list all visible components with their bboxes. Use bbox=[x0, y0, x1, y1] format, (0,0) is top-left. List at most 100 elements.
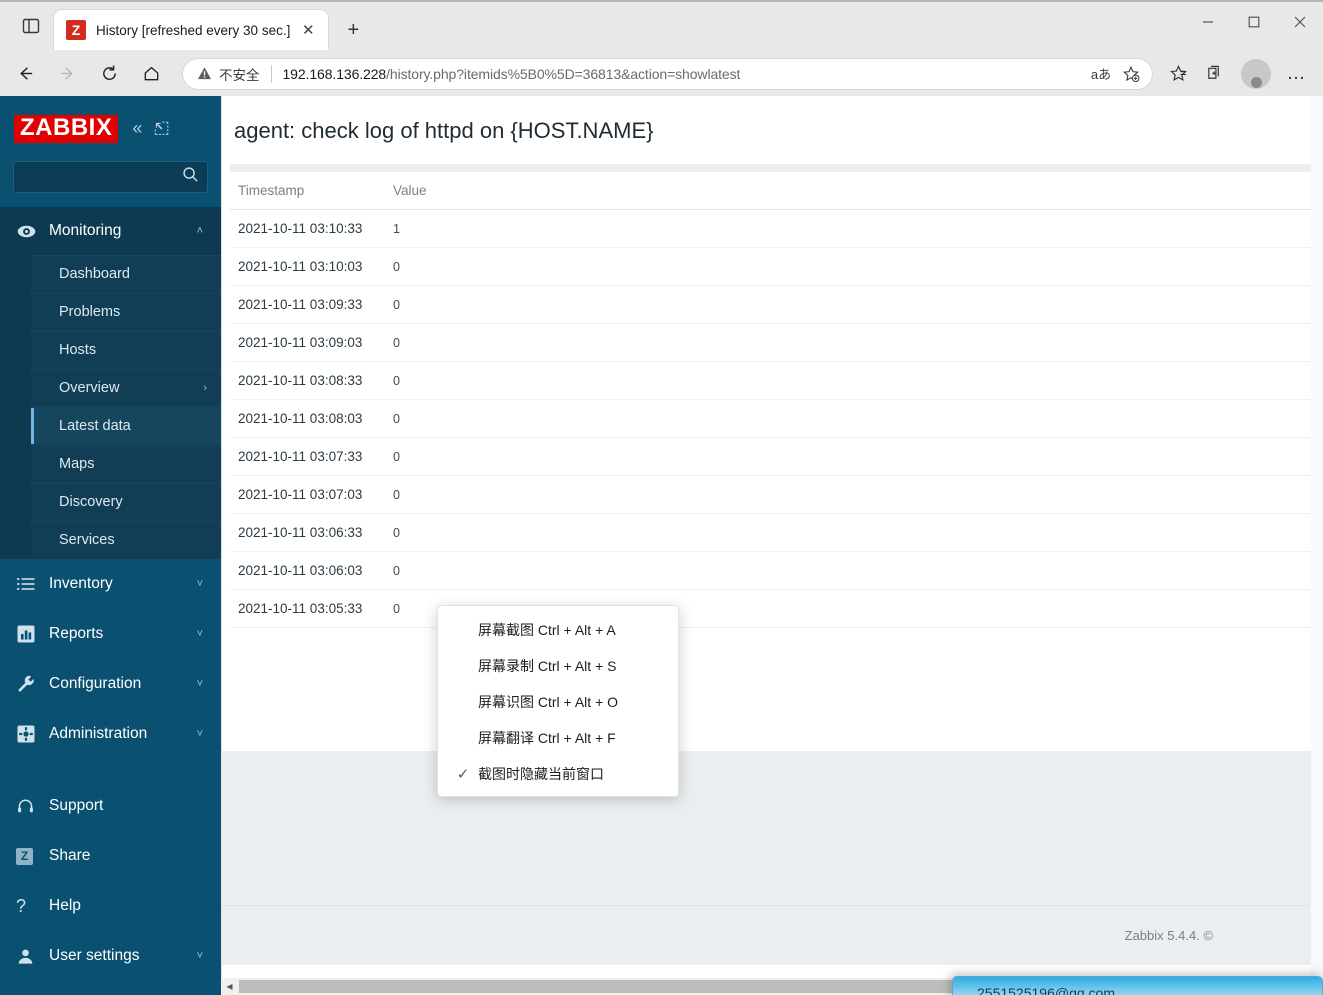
table-row: 2021-10-11 03:06:03 0 bbox=[230, 551, 1317, 590]
search-input[interactable] bbox=[0, 169, 182, 185]
forward-button[interactable] bbox=[50, 57, 84, 91]
sidebar-nav: Inventory ˅ Reports ˅ Configuration ˅ Ad… bbox=[0, 559, 221, 759]
page-viewport: ZABBIX « Monitoring ˄ Dashboard Problems… bbox=[0, 96, 1323, 995]
context-menu-item-screen-ocr[interactable]: 屏幕识图 Ctrl + Alt + O bbox=[438, 684, 678, 720]
search-icon[interactable] bbox=[182, 166, 199, 188]
chevron-down-icon: ˅ bbox=[196, 950, 203, 962]
sidebar-item-latest-data[interactable]: Latest data bbox=[31, 407, 221, 445]
sidebar-item-help[interactable]: ? Help bbox=[0, 881, 221, 931]
table-row: 2021-10-11 03:09:33 0 bbox=[230, 285, 1317, 324]
sidebar-item-overview[interactable]: Overview › bbox=[31, 369, 221, 407]
cell-value: 0 bbox=[385, 437, 1317, 476]
cell-timestamp: 2021-10-11 03:08:03 bbox=[230, 399, 385, 438]
sidebar-item-problems[interactable]: Problems bbox=[31, 293, 221, 331]
sidebar-item-label: Share bbox=[49, 847, 91, 864]
sidebar-item-configuration[interactable]: Configuration ˅ bbox=[0, 659, 221, 709]
column-header-value[interactable]: Value bbox=[385, 172, 1317, 210]
sidebar-bottom-nav: Support Z Share ? Help User settings ˅ bbox=[0, 781, 221, 981]
sidebar-submenu-monitoring: Dashboard Problems Hosts Overview › Late… bbox=[0, 255, 221, 559]
sidebar-item-reports[interactable]: Reports ˅ bbox=[0, 609, 221, 659]
sidebar-item-share[interactable]: Z Share bbox=[0, 831, 221, 881]
cell-value: 0 bbox=[385, 247, 1317, 286]
avatar-glyph bbox=[1250, 76, 1262, 88]
settings-and-more-icon[interactable]: … bbox=[1279, 57, 1313, 91]
sidebar-header: ZABBIX « bbox=[0, 96, 221, 161]
profile-avatar[interactable] bbox=[1241, 58, 1271, 89]
reload-button[interactable] bbox=[92, 57, 126, 91]
address-bar[interactable]: 不安全 192.168.136.228/history.php?itemids%… bbox=[182, 57, 1153, 90]
context-menu-item-screen-record[interactable]: 屏幕录制 Ctrl + Alt + S bbox=[438, 648, 678, 684]
new-tab-button[interactable]: + bbox=[338, 15, 368, 45]
sidebar-item-inventory[interactable]: Inventory ˅ bbox=[0, 559, 221, 609]
table-row: 2021-10-11 03:05:33 0 bbox=[230, 589, 1317, 628]
close-tab-icon[interactable]: ✕ bbox=[296, 18, 320, 42]
cell-value: 0 bbox=[385, 475, 1317, 514]
chevron-right-icon: › bbox=[203, 382, 207, 394]
table-row: 2021-10-11 03:07:03 0 bbox=[230, 475, 1317, 514]
window-controls bbox=[1185, 2, 1323, 42]
table-row: 2021-10-11 03:08:33 0 bbox=[230, 361, 1317, 400]
sidebar-subitem-label: Discovery bbox=[59, 494, 123, 510]
browser-essentials-icon[interactable] bbox=[1197, 57, 1231, 91]
headset-icon bbox=[16, 797, 46, 816]
zabbix-sidebar: ZABBIX « Monitoring ˄ Dashboard Problems… bbox=[0, 96, 221, 995]
toast-account-label: 2551525196@qq.com bbox=[977, 985, 1115, 995]
context-menu-item-screen-translate[interactable]: 屏幕翻译 Ctrl + Alt + F bbox=[438, 720, 678, 756]
cell-value: 0 bbox=[385, 323, 1317, 362]
sidebar-item-hosts[interactable]: Hosts bbox=[31, 331, 221, 369]
history-table-wrap: Timestamp Value 2021-10-11 03:10:33 1 20… bbox=[230, 164, 1317, 628]
browser-tab[interactable]: Z History [refreshed every 30 sec.] ✕ bbox=[54, 10, 329, 50]
hide-sidebar-icon[interactable] bbox=[154, 121, 169, 136]
column-header-timestamp[interactable]: Timestamp bbox=[230, 172, 385, 210]
translate-icon[interactable]: aあ bbox=[1086, 60, 1116, 88]
cell-value: 1 bbox=[385, 209, 1317, 248]
close-window-button[interactable] bbox=[1277, 2, 1323, 42]
sidebar-item-maps[interactable]: Maps bbox=[31, 445, 221, 483]
cell-value: 0 bbox=[385, 551, 1317, 590]
cell-timestamp: 2021-10-11 03:06:03 bbox=[230, 551, 385, 590]
cell-timestamp: 2021-10-11 03:07:03 bbox=[230, 475, 385, 514]
sidebar-item-dashboard[interactable]: Dashboard bbox=[31, 255, 221, 293]
sidebar-item-user-settings[interactable]: User settings ˅ bbox=[0, 931, 221, 981]
sidebar-item-administration[interactable]: Administration ˅ bbox=[0, 709, 221, 759]
maximize-button[interactable] bbox=[1231, 2, 1277, 42]
mail-notification-toast[interactable]: 2551525196@qq.com Problem: httpd服务出故障了 在… bbox=[952, 976, 1323, 995]
zabbix-share-icon: Z bbox=[16, 847, 46, 865]
chevron-down-icon: ˅ bbox=[196, 728, 203, 740]
sidebar-search[interactable] bbox=[0, 161, 208, 193]
sidebar-item-monitoring[interactable]: Monitoring ˄ bbox=[0, 207, 221, 255]
back-button[interactable] bbox=[8, 57, 42, 91]
home-button[interactable] bbox=[134, 57, 168, 91]
url-text: 192.168.136.228/history.php?itemids%5B0%… bbox=[283, 66, 741, 82]
tab-title: History [refreshed every 30 sec.] bbox=[96, 22, 291, 38]
context-menu-item-screenshot[interactable]: 屏幕截图 Ctrl + Alt + A bbox=[438, 612, 678, 648]
cell-value: 0 bbox=[385, 285, 1317, 324]
sidebar-item-services[interactable]: Services bbox=[31, 521, 221, 559]
context-menu-item-label: 屏幕截图 Ctrl + Alt + A bbox=[478, 622, 616, 638]
sidebar-item-support[interactable]: Support bbox=[0, 781, 221, 831]
collections-icon[interactable] bbox=[1161, 57, 1195, 91]
gear-icon bbox=[16, 724, 46, 744]
cell-timestamp: 2021-10-11 03:05:33 bbox=[230, 589, 385, 628]
collapse-sidebar-icon[interactable]: « bbox=[132, 118, 142, 139]
history-table: Timestamp Value 2021-10-11 03:10:33 1 20… bbox=[230, 172, 1317, 628]
url-host: 192.168.136.228 bbox=[282, 65, 387, 82]
table-body: 2021-10-11 03:10:33 1 2021-10-11 03:10:0… bbox=[230, 209, 1317, 628]
context-menu-item-hide-window[interactable]: ✓ 截图时隐藏当前窗口 bbox=[438, 756, 678, 792]
sidebar-item-discovery[interactable]: Discovery bbox=[31, 483, 221, 521]
cell-value: 0 bbox=[385, 513, 1317, 552]
tab-actions-icon[interactable] bbox=[8, 6, 54, 46]
vertical-scrollbar[interactable] bbox=[1311, 96, 1323, 995]
minimize-button[interactable] bbox=[1185, 2, 1231, 42]
url-path: /history.php?itemids%5B0%5D=36813&action… bbox=[386, 65, 741, 82]
star-add-icon[interactable] bbox=[1116, 60, 1146, 88]
browser-chrome: Z History [refreshed every 30 sec.] ✕ + bbox=[0, 0, 1323, 98]
sidebar-subitem-label: Services bbox=[59, 532, 115, 548]
sidebar-subitem-label: Problems bbox=[59, 304, 121, 320]
context-menu-item-label: 屏幕识图 Ctrl + Alt + O bbox=[478, 694, 619, 710]
browser-toolbar: 不安全 192.168.136.228/history.php?itemids%… bbox=[0, 50, 1323, 98]
scroll-left-arrow-icon[interactable]: ◀ bbox=[221, 978, 238, 995]
sidebar-item-label: User settings bbox=[49, 947, 140, 964]
chevron-down-icon: ˅ bbox=[196, 678, 203, 690]
zabbix-logo[interactable]: ZABBIX bbox=[14, 114, 119, 143]
